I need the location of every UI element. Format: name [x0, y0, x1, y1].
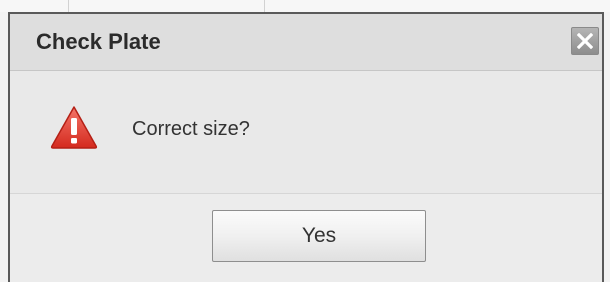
dialog-message: Correct size?	[132, 118, 250, 140]
warning-icon	[50, 106, 98, 149]
background-divider	[264, 0, 265, 12]
dialog-title: Check Plate	[36, 29, 161, 54]
check-plate-dialog: Check Plate Correct size? Yes	[8, 12, 604, 282]
yes-button[interactable]: Yes	[212, 210, 426, 262]
background-page	[0, 0, 610, 12]
dialog-title-bar[interactable]: Check Plate	[10, 14, 602, 71]
dialog-footer: Yes	[10, 193, 602, 282]
dialog-body: Correct size?	[10, 71, 602, 193]
background-divider	[68, 0, 69, 12]
close-button[interactable]	[571, 27, 599, 55]
close-icon	[577, 33, 593, 49]
